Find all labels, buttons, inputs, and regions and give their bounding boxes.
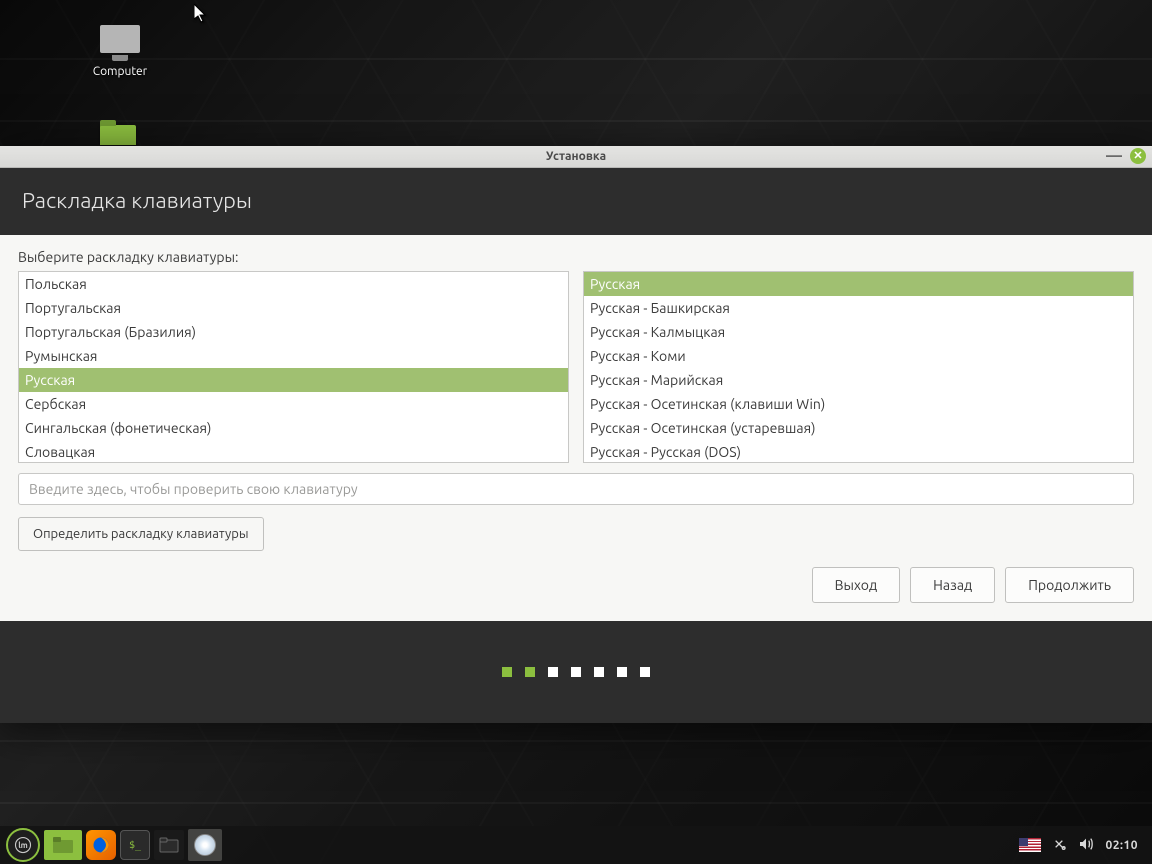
volume-icon[interactable]: [1077, 836, 1095, 855]
desktop-icon-computer[interactable]: Computer: [80, 25, 160, 78]
network-icon[interactable]: ×: [1051, 836, 1067, 855]
taskbar-terminal-icon[interactable]: $_: [120, 830, 150, 860]
window-minimize-button[interactable]: —: [1106, 151, 1122, 161]
svg-text:×: ×: [1063, 846, 1065, 850]
installer-header: Раскладка клавиатуры: [0, 168, 1152, 235]
taskbar-firefox-icon[interactable]: [86, 830, 116, 860]
layout-language-item[interactable]: Румынская: [19, 344, 568, 368]
progress-dot: [502, 667, 512, 677]
layout-prompt: Выберите раскладку клавиатуры:: [18, 249, 1134, 265]
layout-variant-item[interactable]: Русская - Марийская: [584, 368, 1133, 392]
desktop-icon-folder[interactable]: [100, 125, 140, 145]
window-close-button[interactable]: ✕: [1130, 148, 1146, 164]
progress-dot: [594, 667, 604, 677]
svg-text:lm: lm: [18, 840, 28, 850]
layout-variant-item[interactable]: Русская: [584, 272, 1133, 296]
layout-variant-item[interactable]: Русская - Башкирская: [584, 296, 1133, 320]
progress-dot: [640, 667, 650, 677]
taskbar: lm $_ × 02:10: [0, 826, 1152, 864]
quit-button[interactable]: Выход: [812, 567, 901, 603]
window-title: Установка: [546, 150, 606, 163]
layout-language-item[interactable]: Сингальская (фонетическая): [19, 416, 568, 440]
layout-language-item[interactable]: Португальская: [19, 296, 568, 320]
layout-language-item[interactable]: Сербская: [19, 392, 568, 416]
layout-language-item[interactable]: Португальская (Бразилия): [19, 320, 568, 344]
layout-variant-item[interactable]: Русская - Коми: [584, 344, 1133, 368]
desktop-icon-label: Computer: [80, 65, 160, 78]
start-menu-button[interactable]: lm: [6, 828, 40, 862]
installer-content: Выберите раскладку клавиатуры: ПольскаяП…: [0, 235, 1152, 621]
keyboard-test-input[interactable]: [18, 473, 1134, 505]
window-titlebar[interactable]: Установка — ✕: [0, 146, 1152, 168]
taskbar-files-icon[interactable]: [44, 830, 82, 860]
layout-language-item[interactable]: Русская: [19, 368, 568, 392]
monitor-icon: [100, 25, 140, 53]
layout-variant-item[interactable]: Русская - Русская (DOS): [584, 440, 1133, 463]
layout-language-item[interactable]: Словацкая: [19, 440, 568, 463]
system-tray: × 02:10: [1019, 836, 1146, 855]
progress-dot: [571, 667, 581, 677]
detect-layout-button[interactable]: Определить раскладку клавиатуры: [18, 517, 264, 551]
folder-icon: [100, 125, 136, 145]
progress-dot: [617, 667, 627, 677]
clock[interactable]: 02:10: [1105, 839, 1138, 852]
taskbar-installer-icon[interactable]: [188, 829, 222, 861]
installer-window: Установка — ✕ Раскладка клавиатуры Выбер…: [0, 146, 1152, 723]
keyboard-indicator-icon[interactable]: [1019, 838, 1041, 852]
progress-dot: [548, 667, 558, 677]
back-button[interactable]: Назад: [910, 567, 995, 603]
layout-variant-item[interactable]: Русская - Калмыцкая: [584, 320, 1133, 344]
taskbar-files2-icon[interactable]: [154, 830, 184, 860]
layout-variant-item[interactable]: Русская - Осетинская (клавиши Win): [584, 392, 1133, 416]
continue-button[interactable]: Продолжить: [1005, 567, 1134, 603]
layout-variant-item[interactable]: Русская - Осетинская (устаревшая): [584, 416, 1133, 440]
progress-indicator: [0, 621, 1152, 723]
disc-icon: [194, 834, 216, 856]
layout-language-item[interactable]: Польская: [19, 272, 568, 296]
progress-dot: [525, 667, 535, 677]
page-title: Раскладка клавиатуры: [22, 188, 1130, 213]
layout-variant-list[interactable]: РусскаяРусская - БашкирскаяРусская - Кал…: [583, 271, 1134, 463]
layout-language-list[interactable]: ПольскаяПортугальскаяПортугальская (Браз…: [18, 271, 569, 463]
